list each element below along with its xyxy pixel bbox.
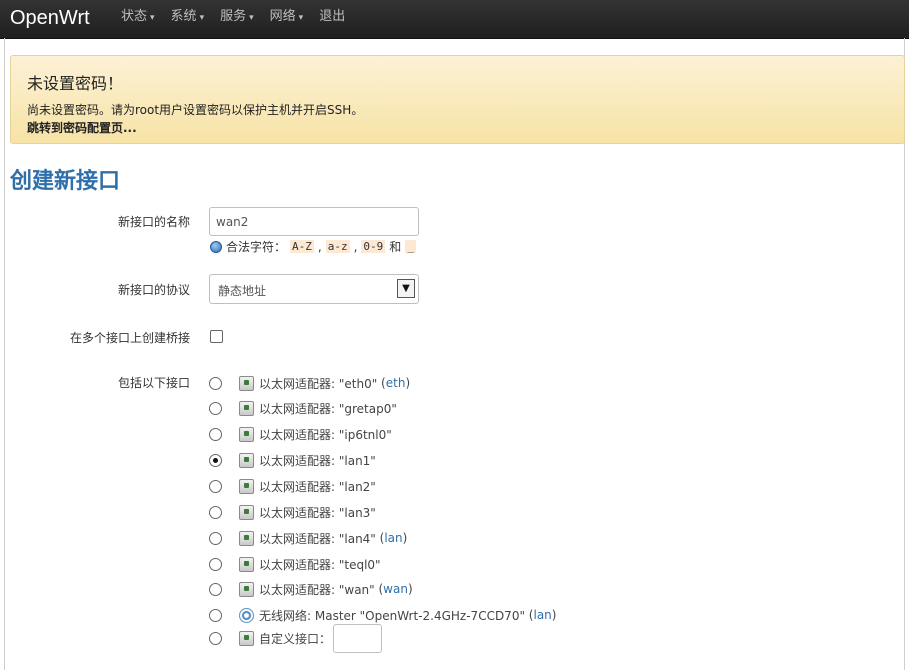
chevron-down-icon: ▾ <box>298 13 304 23</box>
interface-row: 以太网适配器: "lan1" <box>209 451 376 469</box>
interface-radio[interactable] <box>209 376 222 390</box>
menu-network-label: 网络 <box>269 9 296 24</box>
alert-title: 未设置密码！ <box>27 74 124 93</box>
ethernet-port-icon <box>239 478 254 494</box>
ethernet-port-icon <box>239 375 254 391</box>
interface-radio[interactable] <box>209 608 222 622</box>
menu-network[interactable]: 网络 ▾ <box>262 0 312 38</box>
custom-interface-row: 自定义接口： <box>209 623 383 653</box>
interface-label: 以太网适配器: "lan4" <box>259 531 376 546</box>
menu-system-label: 系统 <box>170 9 197 24</box>
ethernet-port-icon <box>239 426 254 442</box>
interface-row: 以太网适配器: "teql0" <box>209 555 381 573</box>
interface-radio[interactable] <box>209 505 222 519</box>
interface-label: 以太网适配器: "lan2" <box>259 479 376 494</box>
network-link[interactable]: lan <box>533 608 551 622</box>
interface-name-input[interactable] <box>209 207 419 236</box>
hint-and: 和 <box>389 240 402 254</box>
bridge-checkbox[interactable] <box>210 330 223 343</box>
valid-chars-hint: 合法字符： A-Z, a-z, 0-9 和 _ <box>210 238 416 255</box>
paren-open: ( <box>524 608 534 622</box>
interface-radio[interactable] <box>209 582 222 596</box>
protocol-select[interactable]: 静态地址 ▼ <box>209 274 419 304</box>
wireless-icon <box>239 607 254 623</box>
interface-label: 无线网络: Master "OpenWrt-2.4GHz-7CCD70" <box>259 608 525 623</box>
interface-radio[interactable] <box>209 557 222 571</box>
hint-code-lower: a-z <box>325 240 350 253</box>
chevron-down-icon: ▾ <box>249 13 254 23</box>
hint-sep: , <box>317 239 322 254</box>
interface-label: 以太网适配器: "ip6tnl0" <box>259 427 392 442</box>
no-password-alert: 未设置密码！ 尚未设置密码。请为root用户设置密码以保护主机并开启SSH。 跳… <box>10 55 905 144</box>
alert-message: 尚未设置密码。请为root用户设置密码以保护主机并开启SSH。 <box>27 103 364 117</box>
interface-row: 无线网络: Master "OpenWrt-2.4GHz-7CCD70" (la… <box>209 606 556 624</box>
network-link[interactable]: eth <box>386 376 406 390</box>
custom-interface-label: 自定义接口： <box>259 631 332 646</box>
interface-label: 以太网适配器: "gretap0" <box>259 401 397 416</box>
menu-services[interactable]: 服务 ▾ <box>212 0 262 38</box>
info-icon <box>210 240 222 253</box>
interface-radio[interactable] <box>209 401 222 415</box>
interface-radio[interactable] <box>209 479 222 493</box>
interface-radio[interactable] <box>209 531 222 545</box>
page-title: 创建新接口 <box>10 168 121 194</box>
interface-row: 以太网适配器: "gretap0" <box>209 399 397 417</box>
menu-logout-label: 退出 <box>319 9 346 24</box>
ethernet-port-icon <box>239 556 254 572</box>
custom-interface-input[interactable] <box>333 623 383 653</box>
password-config-link[interactable]: 跳转到密码配置页... <box>27 119 137 136</box>
interface-label: 以太网适配器: "teql0" <box>259 557 381 572</box>
interface-row: 以太网适配器: "lan4" (lan) <box>209 529 407 547</box>
paren-close: ) <box>405 376 411 390</box>
hint-sep: , <box>353 239 358 254</box>
interface-label: 以太网适配器: "lan1" <box>259 453 376 468</box>
ethernet-port-icon <box>239 630 254 646</box>
paren-open: ( <box>377 376 386 390</box>
hint-code-upper: A-Z <box>290 240 314 253</box>
network-link[interactable]: lan <box>384 531 402 545</box>
chevron-down-icon: ▾ <box>150 13 155 23</box>
include-interfaces-label: 包括以下接口 <box>117 376 190 390</box>
menu-system[interactable]: 系统 ▾ <box>163 0 213 38</box>
interface-row: 以太网适配器: "lan3" <box>209 503 376 521</box>
paren-open: ( <box>375 531 385 545</box>
interface-label: 以太网适配器: "lan3" <box>259 505 376 520</box>
ethernet-port-icon <box>239 581 254 597</box>
custom-interface-radio[interactable] <box>209 631 222 645</box>
chevron-down-icon: ▼ <box>397 279 415 298</box>
interface-name-label: 新接口的名称 <box>117 215 190 229</box>
menu-logout[interactable]: 退出 <box>311 0 353 38</box>
main-menu: 状态 ▾ 系统 ▾ 服务 ▾ 网络 ▾ 退出 <box>113 0 353 38</box>
paren-open: ( <box>374 582 384 596</box>
hint-code-digits: 0-9 <box>361 240 386 253</box>
protocol-select-value: 静态地址 <box>218 284 267 298</box>
ethernet-port-icon <box>239 530 254 546</box>
interface-label: 以太网适配器: "wan" <box>259 582 375 597</box>
menu-status[interactable]: 状态 ▾ <box>113 0 163 38</box>
paren-close: ) <box>407 582 413 596</box>
ethernet-port-icon <box>239 504 254 520</box>
protocol-label: 新接口的协议 <box>117 283 190 297</box>
ethernet-port-icon <box>239 400 254 416</box>
menu-services-label: 服务 <box>220 9 247 24</box>
top-navbar: OpenWrt 状态 ▾ 系统 ▾ 服务 ▾ 网络 ▾ 退出 <box>0 0 909 39</box>
interface-label: 以太网适配器: "eth0" <box>259 376 378 391</box>
chevron-down-icon: ▾ <box>199 13 205 23</box>
interface-row: 以太网适配器: "ip6tnl0" <box>209 425 392 443</box>
menu-status-label: 状态 <box>121 9 148 24</box>
interface-row: 以太网适配器: "eth0" (eth) <box>209 374 410 392</box>
interface-row: 以太网适配器: "lan2" <box>209 477 376 495</box>
interface-radio[interactable] <box>209 427 222 441</box>
ethernet-port-icon <box>239 452 254 468</box>
interface-row: 以太网适配器: "wan" (wan) <box>209 580 413 598</box>
brand-logo[interactable]: OpenWrt <box>10 6 90 30</box>
hint-prefix: 合法字符： <box>226 240 287 254</box>
paren-close: ) <box>551 608 557 622</box>
interface-radio[interactable] <box>209 453 222 467</box>
network-link[interactable]: wan <box>383 582 408 596</box>
bridge-label: 在多个接口上创建桥接 <box>69 331 190 345</box>
hint-code-underscore: _ <box>405 240 416 253</box>
paren-close: ) <box>402 531 408 545</box>
